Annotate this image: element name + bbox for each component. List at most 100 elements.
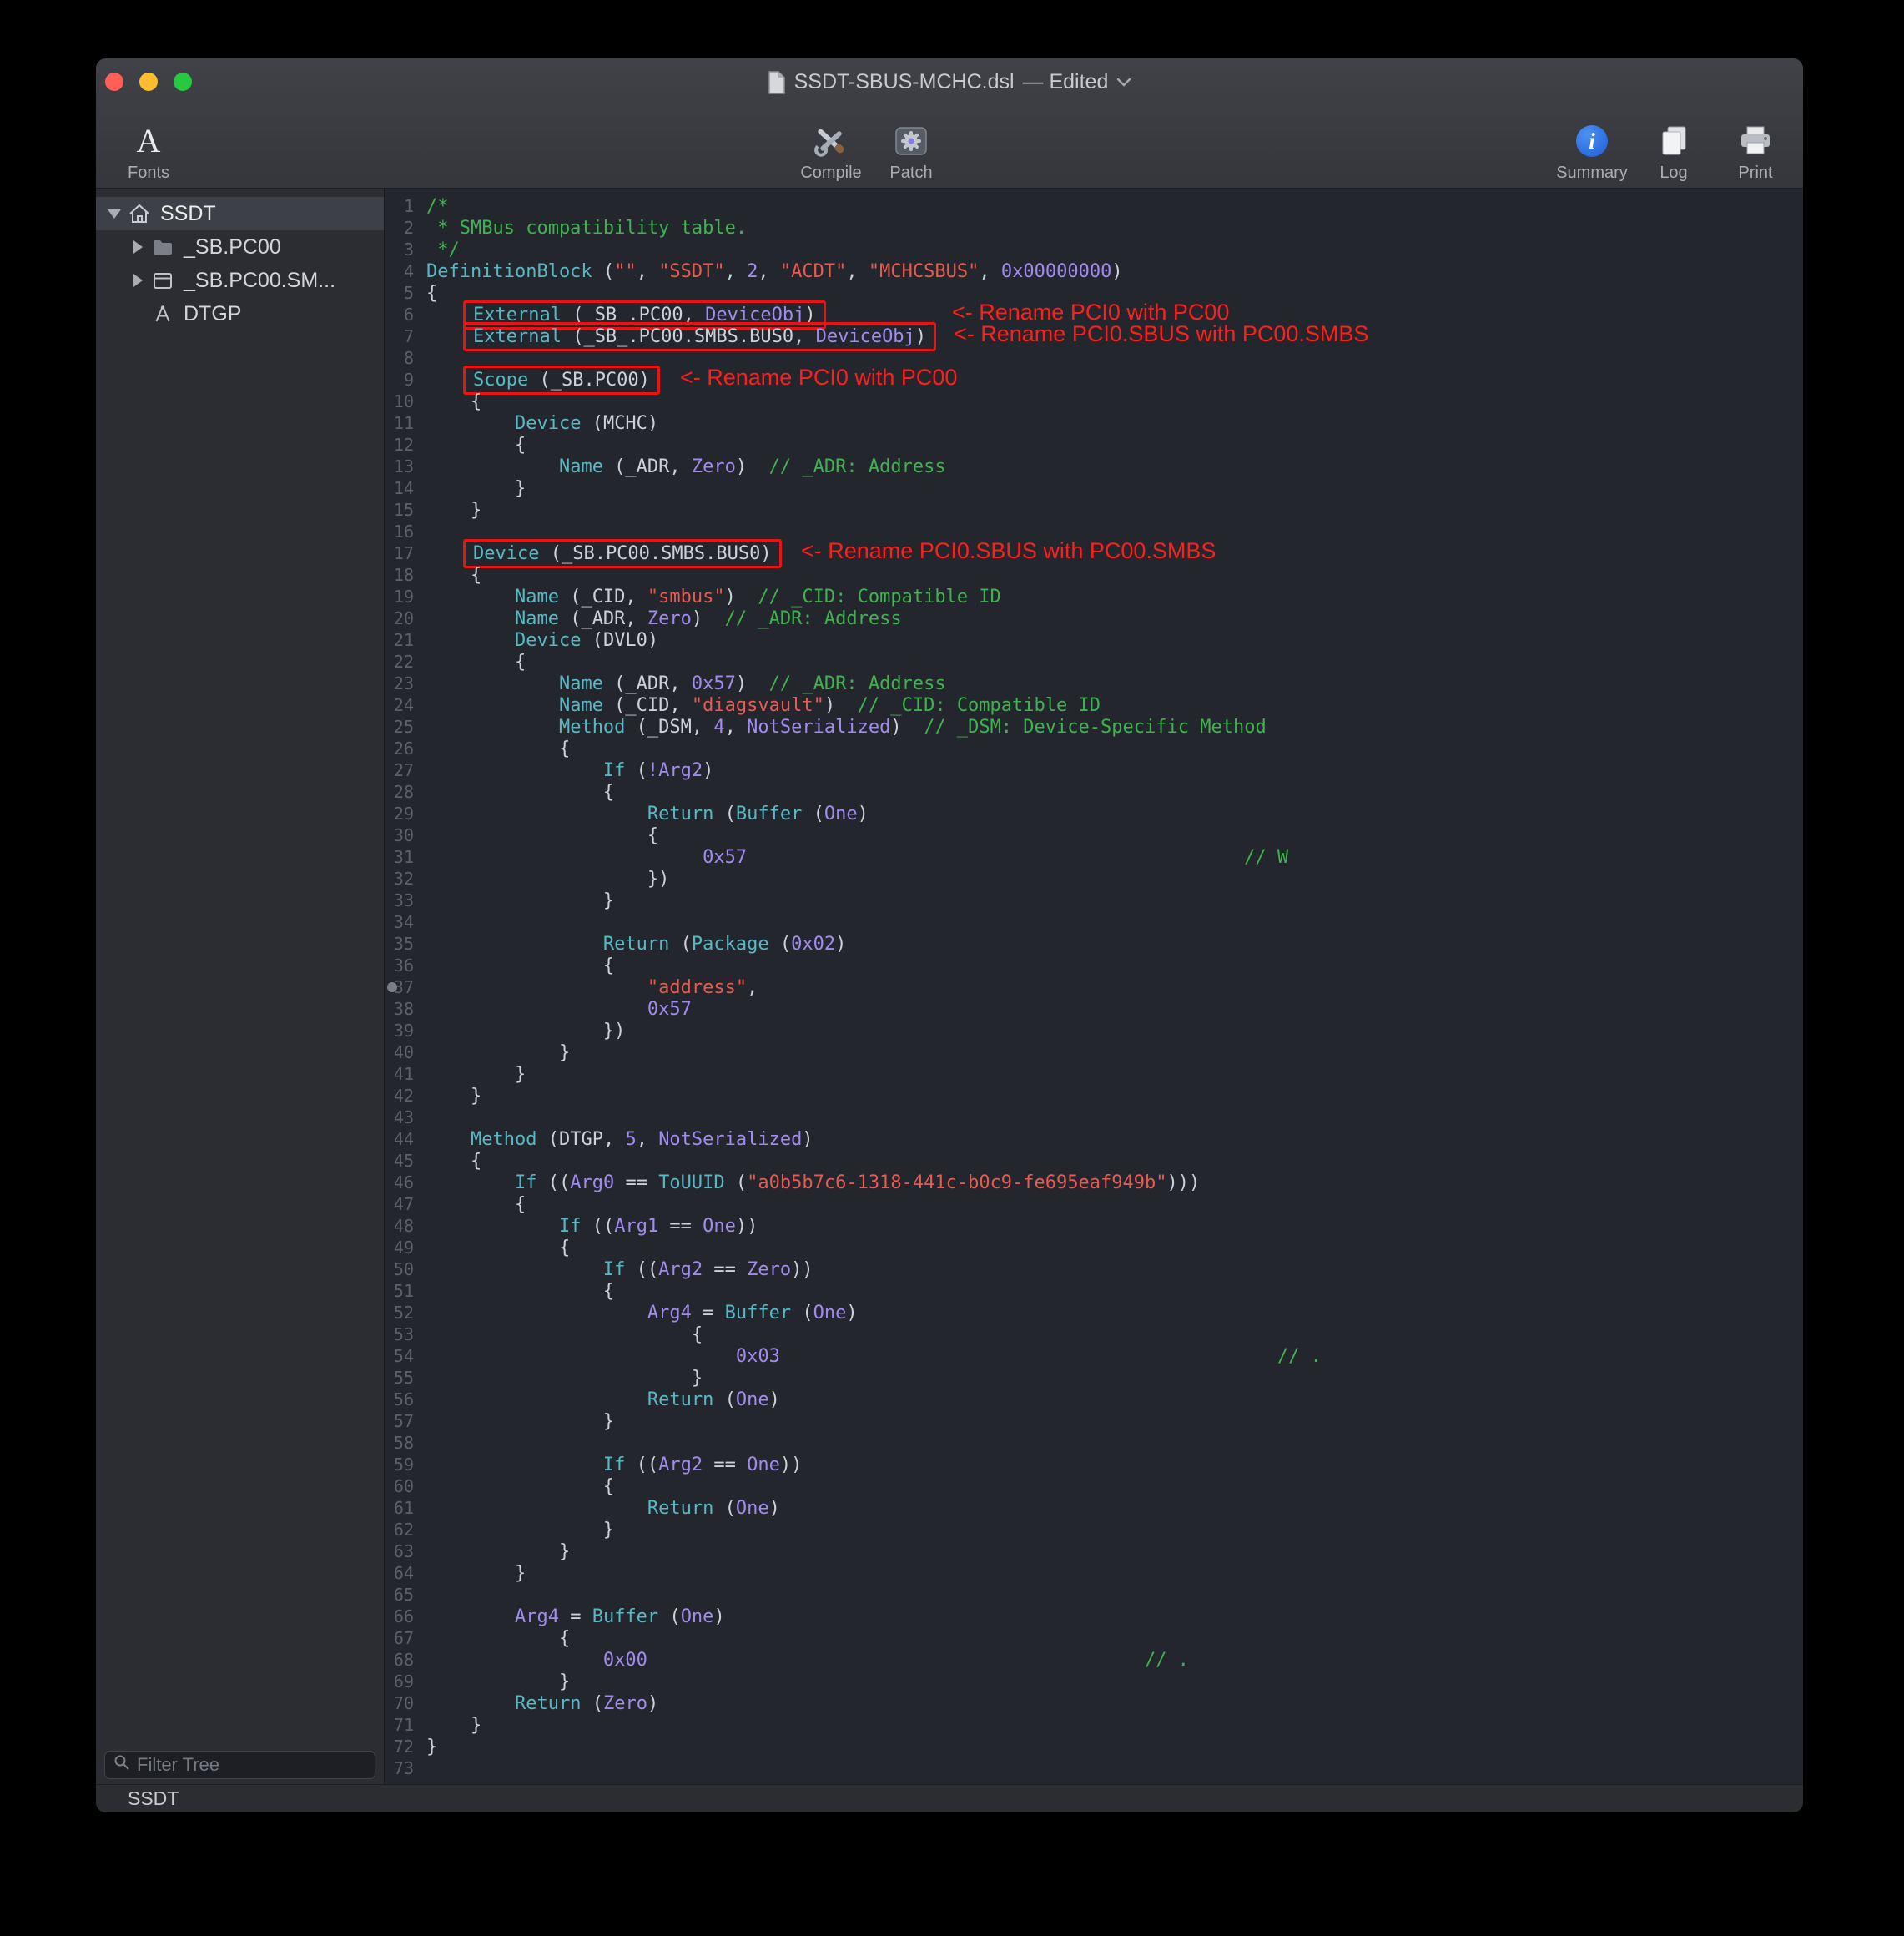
device-icon: [149, 272, 176, 290]
line-number: 55: [385, 1367, 426, 1389]
code-line: 36 {: [385, 955, 1803, 976]
sidebar-item-ssdt[interactable]: SSDT: [96, 197, 384, 230]
sidebar-item-sb-pc00-sm[interactable]: _SB.PC00.SM...: [96, 264, 384, 297]
line-number: 49: [385, 1237, 426, 1258]
line-number: 12: [385, 434, 426, 456]
toolbar-label: Patch: [889, 164, 932, 183]
compile-button[interactable]: Compile: [795, 111, 867, 188]
summary-button[interactable]: i Summary: [1556, 111, 1628, 188]
fonts-button[interactable]: A Fonts: [113, 111, 184, 188]
line-number: 4: [385, 260, 426, 282]
line-number: 71: [385, 1714, 426, 1736]
annotation-text: <- Rename PCI0.SBUS with PC00.SMBS: [801, 540, 1216, 562]
line-number: 64: [385, 1562, 426, 1584]
document-proxy-icon[interactable]: [768, 71, 786, 94]
disclosure-right-icon[interactable]: [129, 274, 146, 287]
code-line: 21 Device (DVL0): [385, 629, 1803, 651]
main-content: SSDT _SB.PC00 _SB.PC00.SM... DTGP Filter Tr…: [96, 189, 1803, 1784]
tree-item-label: _SB.PC00.SM...: [184, 269, 335, 293]
patch-gear-icon: [894, 121, 929, 161]
toolbar-label: Summary: [1556, 164, 1628, 183]
code-line: 67 {: [385, 1627, 1803, 1649]
line-number: 17: [385, 542, 426, 564]
log-button[interactable]: Log: [1638, 111, 1710, 188]
line-number: 45: [385, 1150, 426, 1172]
code-line: 11 Device (MCHC): [385, 412, 1803, 434]
code-line: 37 "address",: [385, 976, 1803, 998]
code-line: 71 }: [385, 1714, 1803, 1736]
sidebar-tree: SSDT _SB.PC00 _SB.PC00.SM... DTGP: [96, 189, 384, 330]
filter-placeholder: Filter Tree: [137, 1754, 219, 1776]
tree-item-label: SSDT: [160, 202, 216, 226]
code-line: 18 {: [385, 564, 1803, 586]
line-number: 19: [385, 586, 426, 608]
line-number: 62: [385, 1519, 426, 1540]
line-number: 39: [385, 1020, 426, 1041]
tree-item-label: _SB.PC00: [184, 235, 281, 260]
annotation-text: <- Rename PCI0 with PC00: [952, 301, 1229, 323]
code-line: 4DefinitionBlock ("", "SSDT", 2, "ACDT",…: [385, 260, 1803, 282]
line-number: 16: [385, 521, 426, 542]
line-number: 66: [385, 1606, 426, 1627]
code-line: 53 {: [385, 1323, 1803, 1345]
code-line: 65: [385, 1584, 1803, 1606]
code-line: 70 Return (Zero): [385, 1692, 1803, 1714]
code-line: 54 0x03 // .: [385, 1345, 1803, 1367]
close-button[interactable]: [105, 73, 123, 91]
code-line: 42 }: [385, 1085, 1803, 1107]
window-chrome: SSDT-SBUS-MCHC.dsl — Edited A Fonts: [96, 58, 1803, 189]
code-line: 17 Device (_SB.PC00.SMBS.BUS0)<- Rename …: [385, 542, 1803, 564]
code-line: 51 {: [385, 1280, 1803, 1302]
code-line: 27 If (!Arg2): [385, 759, 1803, 781]
line-number: 15: [385, 499, 426, 521]
method-icon: [149, 304, 176, 324]
annotation-text: <- Rename PCI0.SBUS with PC00.SMBS: [954, 323, 1368, 345]
code-line: 60 {: [385, 1475, 1803, 1497]
code-line: 63 }: [385, 1540, 1803, 1562]
gutter-marker-dot: [387, 982, 397, 992]
code-line: 56 Return (One): [385, 1389, 1803, 1410]
code-line: 26 {: [385, 738, 1803, 759]
code-line: 62 }: [385, 1519, 1803, 1540]
code-line: 39 }): [385, 1020, 1803, 1041]
line-number: 3: [385, 239, 426, 260]
line-number: 6: [385, 304, 426, 325]
code-line: 35 Return (Package (0x02): [385, 933, 1803, 955]
toolbar-label: Print: [1738, 164, 1772, 183]
line-number: 61: [385, 1497, 426, 1519]
sidebar-item-dtgp[interactable]: DTGP: [96, 297, 384, 330]
code-line: 29 Return (Buffer (One): [385, 803, 1803, 824]
code-line: 68 0x00 // .: [385, 1649, 1803, 1671]
sidebar-item-sb-pc00[interactable]: _SB.PC00: [96, 230, 384, 264]
code-line: 23 Name (_ADR, 0x57) // _ADR: Address: [385, 673, 1803, 694]
filter-tree-field[interactable]: Filter Tree: [104, 1751, 375, 1779]
code-line: 22 {: [385, 651, 1803, 673]
disclosure-right-icon[interactable]: [129, 240, 146, 254]
toolbar-label: Fonts: [128, 164, 169, 183]
line-number: 11: [385, 412, 426, 434]
printer-icon: [1736, 121, 1775, 161]
line-number: 5: [385, 282, 426, 304]
log-pages-icon: [1656, 121, 1691, 161]
window-title-state: — Edited: [1023, 70, 1109, 94]
print-button[interactable]: Print: [1720, 111, 1791, 188]
code-line: 41 }: [385, 1063, 1803, 1085]
code-line: 14 }: [385, 477, 1803, 499]
code-line: 59 If ((Arg2 == One)): [385, 1454, 1803, 1475]
status-text: SSDT: [128, 1787, 179, 1810]
chevron-down-icon[interactable]: [1116, 78, 1131, 87]
code-editor[interactable]: 1/*2 * SMBus compatibility table.3 */4De…: [385, 189, 1803, 1784]
patch-button[interactable]: Patch: [875, 111, 947, 188]
minimize-button[interactable]: [139, 73, 158, 91]
toolbar-label: Log: [1660, 164, 1687, 183]
code-line: 66 Arg4 = Buffer (One): [385, 1606, 1803, 1627]
code-line: 13 Name (_ADR, Zero) // _ADR: Address: [385, 456, 1803, 477]
code-line: 69 }: [385, 1671, 1803, 1692]
zoom-button[interactable]: [174, 73, 192, 91]
code-line: 19 Name (_CID, "smbus") // _CID: Compati…: [385, 586, 1803, 608]
disclosure-down-icon[interactable]: [106, 209, 123, 219]
annotation-text: <- Rename PCI0 with PC00: [680, 366, 957, 388]
line-number: 67: [385, 1627, 426, 1649]
line-number: 38: [385, 998, 426, 1020]
code-line: 43: [385, 1107, 1803, 1128]
